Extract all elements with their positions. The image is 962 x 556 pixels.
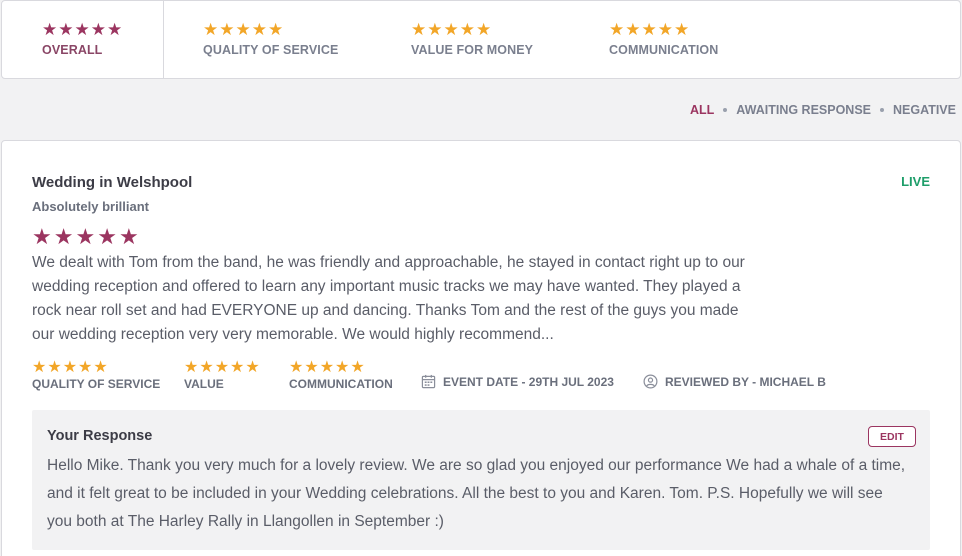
star-icon: ★ — [350, 359, 365, 376]
quality-stars: ★ ★ ★ ★ ★ — [203, 21, 338, 38]
star-icon: ★ — [609, 20, 625, 39]
meta-label: VALUE — [184, 377, 224, 391]
star-icon: ★ — [443, 20, 459, 39]
meta-label: COMMUNICATION — [289, 377, 393, 391]
star-icon: ★ — [118, 224, 139, 249]
value-stars: ★ ★ ★ ★ ★ — [184, 360, 260, 376]
summary-label: QUALITY OF SERVICE — [203, 43, 339, 57]
star-icon: ★ — [62, 359, 78, 376]
separator-dot — [880, 108, 885, 112]
review-filters: ALL AWAITING RESPONSE NEGATIVE — [690, 103, 956, 117]
star-icon: ★ — [74, 20, 90, 39]
star-icon: ★ — [625, 20, 641, 39]
overall-stars: ★ ★ ★ ★ ★ — [42, 21, 122, 38]
separator-dot — [723, 108, 728, 112]
status-badge: LIVE — [901, 174, 930, 189]
summary-value: ★ ★ ★ ★ ★ VALUE FOR MONEY — [411, 21, 533, 57]
response-box: Your Response EDIT Hello Mike. Thank you… — [32, 410, 930, 550]
communication-stars: ★ ★ ★ ★ ★ — [289, 360, 393, 376]
communication-stars: ★ ★ ★ ★ ★ — [609, 21, 718, 38]
star-icon: ★ — [47, 359, 62, 376]
event-date-text: EVENT DATE - 29TH JUL 2023 — [443, 374, 614, 389]
star-icon: ★ — [53, 224, 74, 249]
summary-communication: ★ ★ ★ ★ ★ COMMUNICATION — [609, 21, 718, 57]
filter-negative[interactable]: NEGATIVE — [893, 103, 956, 117]
star-icon: ★ — [459, 20, 475, 39]
meta-communication: ★ ★ ★ ★ ★ COMMUNICATION — [289, 360, 393, 392]
star-icon: ★ — [184, 359, 199, 376]
review-stars: ★ ★ ★ ★ ★ — [32, 226, 140, 248]
star-icon: ★ — [107, 20, 123, 39]
event-date: EVENT DATE - 29TH JUL 2023 — [421, 374, 614, 389]
star-icon: ★ — [674, 20, 690, 39]
rating-summary-card: ★ ★ ★ ★ ★ OVERALL ★ ★ ★ ★ ★ QUALITY OF SERVICE ★… — [1, 0, 961, 79]
star-icon: ★ — [289, 359, 304, 376]
star-icon: ★ — [219, 20, 235, 39]
meta-quality: ★ ★ ★ ★ ★ QUALITY OF SERVICE — [32, 360, 161, 392]
summary-label: OVERALL — [42, 43, 103, 57]
review-subtitle: Absolutely brilliant — [32, 199, 150, 214]
filter-awaiting-response[interactable]: AWAITING RESPONSE — [736, 103, 871, 117]
star-icon: ★ — [641, 20, 657, 39]
review-body: We dealt with Tom from the band, he was … — [32, 254, 745, 343]
calendar-icon — [421, 374, 436, 389]
user-circle-icon — [643, 374, 658, 389]
star-icon: ★ — [230, 359, 245, 376]
star-icon: ★ — [251, 20, 267, 39]
response-text: Hello Mike. Thank you very much for a lo… — [47, 457, 906, 530]
star-icon: ★ — [203, 20, 219, 39]
meta-label: QUALITY OF SERVICE — [32, 377, 161, 391]
summary-overall: ★ ★ ★ ★ ★ OVERALL — [42, 21, 122, 57]
value-stars: ★ ★ ★ ★ ★ — [411, 21, 533, 38]
review-card: Wedding in Welshpool Absolutely brillian… — [1, 140, 961, 556]
meta-value: ★ ★ ★ ★ ★ VALUE — [184, 360, 260, 392]
star-icon: ★ — [319, 359, 335, 376]
star-icon: ★ — [268, 20, 284, 39]
star-icon: ★ — [199, 359, 214, 376]
star-icon: ★ — [32, 359, 47, 376]
star-icon: ★ — [245, 359, 260, 376]
star-icon: ★ — [476, 20, 492, 39]
reviewed-by-text: REVIEWED BY - MICHAEL B — [665, 374, 826, 389]
summary-label: VALUE FOR MONEY — [411, 43, 534, 57]
star-icon: ★ — [90, 20, 106, 39]
star-icon: ★ — [97, 224, 117, 249]
star-icon: ★ — [411, 20, 427, 39]
summary-label: COMMUNICATION — [609, 43, 719, 57]
star-icon: ★ — [32, 224, 52, 249]
response-title: Your Response — [47, 428, 153, 444]
reviewed-by: REVIEWED BY - MICHAEL B — [643, 374, 826, 389]
filter-all[interactable]: ALL — [690, 103, 714, 117]
star-icon: ★ — [93, 359, 108, 376]
star-icon: ★ — [214, 359, 230, 376]
star-icon: ★ — [78, 359, 93, 376]
review-title: Wedding in Welshpool — [32, 174, 193, 191]
star-icon: ★ — [75, 224, 96, 249]
divider — [163, 1, 164, 78]
star-icon: ★ — [235, 20, 251, 39]
summary-quality: ★ ★ ★ ★ ★ QUALITY OF SERVICE — [203, 21, 338, 57]
star-icon: ★ — [335, 359, 350, 376]
star-icon: ★ — [58, 20, 74, 39]
star-icon: ★ — [304, 359, 319, 376]
quality-stars: ★ ★ ★ ★ ★ — [32, 360, 160, 376]
star-icon: ★ — [657, 20, 673, 39]
edit-button[interactable]: EDIT — [868, 426, 916, 447]
star-icon: ★ — [42, 20, 58, 39]
star-icon: ★ — [427, 20, 443, 39]
